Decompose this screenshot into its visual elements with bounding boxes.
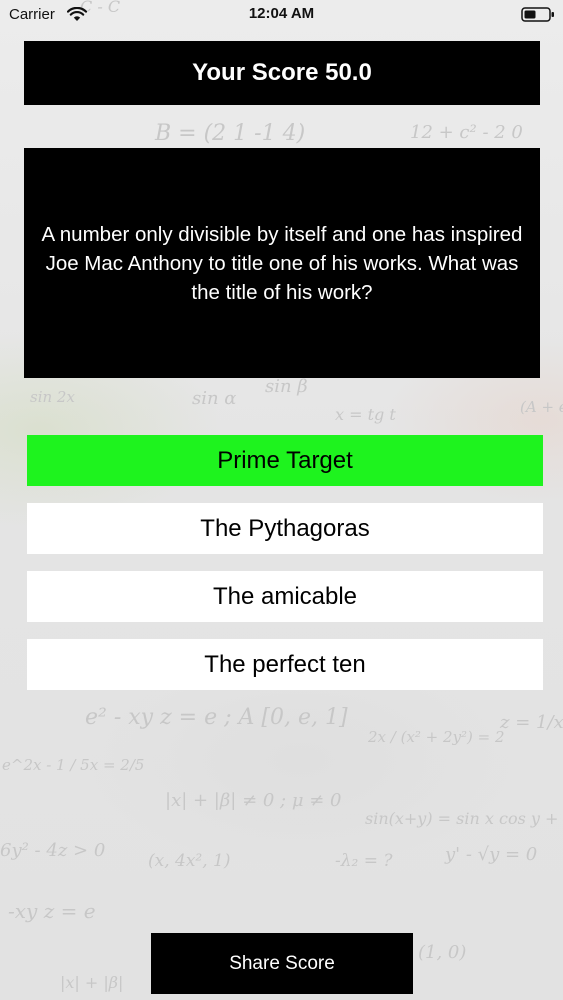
status-time: 12:04 AM (248, 5, 315, 22)
bg-formula: e² - xy z = e ; A [0, e, 1] (85, 705, 348, 730)
answer-label: The amicable (212, 582, 358, 610)
bg-formula: sin α (192, 388, 236, 409)
status-bar: Carrier 12:04 AM (0, 0, 563, 30)
bg-formula: y' - √y = 0 (444, 844, 537, 865)
bg-formula: -xy z = e (8, 899, 96, 923)
bg-formula: sin β (265, 376, 308, 397)
score-label: Your Score 50.0 (192, 59, 372, 86)
bg-formula: e^2x - 1 / 5x = 2/5 (2, 756, 144, 774)
bg-formula: sin(x+y) = sin x cos y + c (365, 809, 563, 828)
score-banner: Your Score 50.0 (24, 41, 540, 105)
bg-formula: 6y² - 4z > 0 (0, 840, 105, 861)
bg-formula: |x| + |β| (60, 973, 123, 992)
bg-formula: (1, 0) (418, 942, 466, 963)
answer-button-the-perfect-ten[interactable]: The perfect ten (27, 639, 543, 690)
bg-formula: 2x / (x² + 2y²) = 2 (367, 728, 505, 746)
answer-button-the-amicable[interactable]: The amicable (27, 571, 543, 622)
share-score-button[interactable]: Share Score (151, 933, 413, 994)
answer-button-the-pythagoras[interactable]: The Pythagoras (27, 503, 543, 554)
bg-formula: (A + e (520, 398, 563, 416)
bg-formula: x = tg t (335, 405, 396, 424)
bg-formula: 12 + c² - 2 0 (410, 122, 523, 143)
question-box: A number only divisible by itself and on… (24, 148, 540, 378)
share-score-label: Share Score (229, 952, 335, 974)
quiz-result-screen: B = (2 1 -1 4) sin 2x sin α sin β x = tg… (0, 0, 563, 1000)
bg-formula: -λ₂ = ? (335, 851, 393, 871)
question-text: A number only divisible by itself and on… (41, 222, 523, 304)
answer-label: Prime Target (217, 446, 353, 474)
bg-formula: B = (2 1 -1 4) (154, 121, 305, 146)
answer-button-prime-target[interactable]: Prime Target (27, 435, 543, 486)
bg-formula: (x, 4x², 1) (148, 851, 231, 871)
battery-icon (521, 7, 554, 22)
bg-formula: z = 1/x (499, 712, 563, 733)
bg-formula: sin 2x (30, 388, 75, 406)
bg-formula: |x| + |β| ≠ 0 ; μ ≠ 0 (165, 790, 342, 811)
answer-label: The Pythagoras (200, 514, 370, 542)
answer-label: The perfect ten (204, 650, 366, 678)
